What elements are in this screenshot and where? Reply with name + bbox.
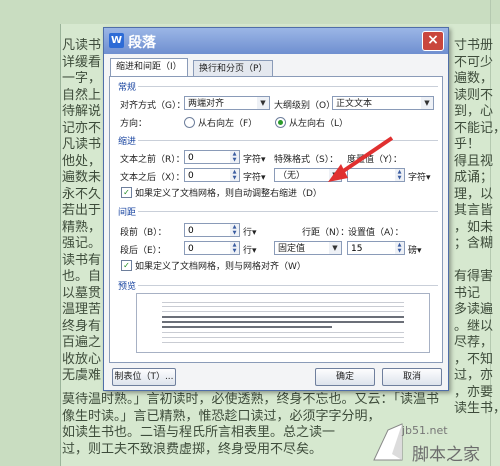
- arrow-shaft: [334, 136, 394, 178]
- watermark-name: 脚本之家: [412, 445, 480, 465]
- annotation-arrow: [328, 136, 394, 182]
- watermark-domain: jb51.net: [402, 424, 448, 437]
- watermark-logo-icon: [373, 423, 403, 461]
- arrow-head: [328, 164, 348, 182]
